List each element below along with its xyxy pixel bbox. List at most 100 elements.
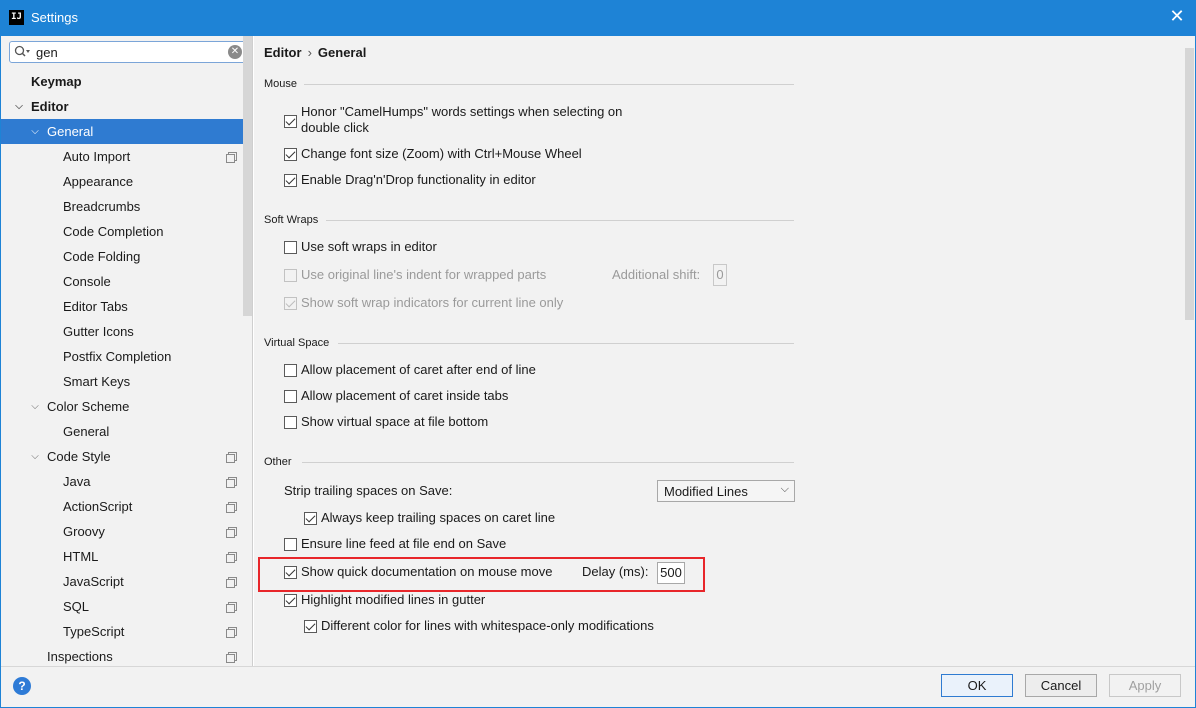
breadcrumb-separator: › <box>307 45 312 60</box>
original-indent-label: Use original line's indent for wrapped p… <box>301 267 547 282</box>
chevron-down-icon[interactable]: ⌵ <box>29 394 41 419</box>
project-scope-icon <box>226 577 237 588</box>
sidebar-item-groovy[interactable]: Groovy <box>1 519 252 544</box>
apply-button[interactable]: Apply <box>1109 674 1181 697</box>
strip-trailing-dropdown[interactable]: Modified Lines ⌵ <box>657 480 795 502</box>
sidebar-item-label: HTML <box>63 549 99 564</box>
clear-search-icon[interactable]: ✕ <box>228 45 242 59</box>
sidebar-item-label: Postfix Completion <box>63 349 172 364</box>
search-input[interactable]: gen ✕ <box>9 41 246 63</box>
right-scrollbar[interactable] <box>1185 48 1194 320</box>
project-scope-icon <box>226 552 237 563</box>
sidebar-item-java[interactable]: Java <box>1 469 252 494</box>
different-color-checkbox[interactable] <box>304 620 317 633</box>
cancel-button[interactable]: Cancel <box>1025 674 1097 697</box>
sidebar-item-actionscript[interactable]: ActionScript <box>1 494 252 519</box>
sidebar-item-label: Console <box>63 274 111 289</box>
chevron-down-icon[interactable]: ⌵ <box>13 94 25 119</box>
keep-trailing-checkbox[interactable] <box>304 512 317 525</box>
line-feed-checkbox[interactable] <box>284 538 297 551</box>
sidebar-item-inspections[interactable]: Inspections <box>1 644 252 666</box>
sidebar-item-general[interactable]: General <box>1 419 252 444</box>
sidebar-item-appearance[interactable]: Appearance <box>1 169 252 194</box>
caret-after-eol-checkbox[interactable] <box>284 364 297 377</box>
sidebar-item-label: Gutter Icons <box>63 324 134 339</box>
highlight-modified-checkbox[interactable] <box>284 594 297 607</box>
sidebar-item-javascript[interactable]: JavaScript <box>1 569 252 594</box>
sidebar-item-label: SQL <box>63 599 90 614</box>
sidebar-item-label: Color Scheme <box>47 399 130 414</box>
sidebar-item-smart-keys[interactable]: Smart Keys <box>1 369 252 394</box>
breadcrumb-current: General <box>317 45 367 60</box>
use-soft-wraps-checkbox[interactable] <box>284 241 297 254</box>
show-indicators-label: Show soft wrap indicators for current li… <box>301 295 564 310</box>
camelhumps-label-line2: double click <box>301 120 369 135</box>
section-title-soft-wraps: Soft Wraps <box>264 214 319 226</box>
highlight-modified-label: Highlight modified lines in gutter <box>301 592 486 607</box>
sidebar-item-postfix-completion[interactable]: Postfix Completion <box>1 344 252 369</box>
sidebar-item-keymap[interactable]: Keymap <box>1 69 252 94</box>
sidebar-item-label: Editor Tabs <box>63 299 128 314</box>
intellij-app-icon: IJ <box>9 10 24 25</box>
sidebar-item-editor[interactable]: ⌵ Editor <box>1 94 252 119</box>
sidebar-item-label: TypeScript <box>63 624 125 639</box>
project-scope-icon <box>226 502 237 513</box>
caret-after-eol-label: Allow placement of caret after end of li… <box>301 362 536 377</box>
sidebar-item-label: Keymap <box>31 74 82 89</box>
sidebar-item-color-scheme[interactable]: ⌵ Color Scheme <box>1 394 252 419</box>
delay-input[interactable]: 500 <box>657 562 685 584</box>
section-title-other: Other <box>264 456 292 468</box>
sidebar-item-label: Breadcrumbs <box>63 199 141 214</box>
caret-inside-tabs-checkbox[interactable] <box>284 390 297 403</box>
sidebar-item-label: Code Folding <box>63 249 141 264</box>
virtual-space-bottom-checkbox[interactable] <box>284 416 297 429</box>
project-scope-icon <box>226 452 237 463</box>
quick-doc-checkbox[interactable] <box>284 566 297 579</box>
breadcrumb-parent[interactable]: Editor <box>264 45 302 60</box>
sidebar-item-html[interactable]: HTML <box>1 544 252 569</box>
window-title: Settings <box>31 10 78 25</box>
delay-label: Delay (ms): <box>582 564 649 579</box>
chevron-down-icon[interactable]: ⌵ <box>29 119 41 144</box>
sidebar-item-code-completion[interactable]: Code Completion <box>1 219 252 244</box>
project-scope-icon <box>226 477 237 488</box>
additional-shift-input[interactable]: 0 <box>713 264 727 286</box>
section-divider <box>326 220 794 221</box>
section-divider <box>302 462 794 463</box>
sidebar-item-gutter-icons[interactable]: Gutter Icons <box>1 319 252 344</box>
ok-button[interactable]: OK <box>941 674 1013 697</box>
different-color-label: Different color for lines with whitespac… <box>321 618 654 633</box>
help-icon[interactable]: ? <box>13 677 31 695</box>
sidebar-item-code-folding[interactable]: Code Folding <box>1 244 252 269</box>
camelhumps-checkbox[interactable] <box>284 115 297 128</box>
dialog-footer: ? OK Cancel Apply <box>0 666 1196 708</box>
section-title-virtual-space: Virtual Space <box>264 337 330 349</box>
close-icon[interactable]: ✕ <box>1168 8 1186 26</box>
sidebar-item-editor-tabs[interactable]: Editor Tabs <box>1 294 252 319</box>
search-icon[interactable] <box>14 45 30 59</box>
sidebar-item-general[interactable]: ⌵ General <box>1 119 252 144</box>
settings-content-panel: Editor › General Mouse Honor "CamelHumps" … <box>254 36 1196 666</box>
sidebar-item-sql[interactable]: SQL <box>1 594 252 619</box>
use-soft-wraps-label: Use soft wraps in editor <box>301 239 437 254</box>
drag-drop-label: Enable Drag'n'Drop functionality in edit… <box>301 172 536 187</box>
strip-trailing-label: Strip trailing spaces on Save: <box>284 483 453 498</box>
title-bar: IJ Settings ✕ <box>0 0 1196 36</box>
chevron-down-icon: ⌵ <box>780 483 789 495</box>
section-divider <box>338 343 794 344</box>
sidebar-item-typescript[interactable]: TypeScript <box>1 619 252 644</box>
sidebar-item-breadcrumbs[interactable]: Breadcrumbs <box>1 194 252 219</box>
show-indicators-checkbox[interactable] <box>284 297 297 310</box>
original-indent-checkbox[interactable] <box>284 269 297 282</box>
font-zoom-checkbox[interactable] <box>284 148 297 161</box>
sidebar-item-code-style[interactable]: ⌵ Code Style <box>1 444 252 469</box>
project-scope-icon <box>226 627 237 638</box>
section-divider <box>304 84 794 85</box>
left-scrollbar[interactable] <box>243 36 252 316</box>
chevron-down-icon[interactable]: ⌵ <box>29 444 41 469</box>
sidebar-item-console[interactable]: Console <box>1 269 252 294</box>
sidebar-item-auto-import[interactable]: Auto Import <box>1 144 252 169</box>
line-feed-label: Ensure line feed at file end on Save <box>301 536 507 551</box>
sidebar-item-label: Java <box>63 474 91 489</box>
drag-drop-checkbox[interactable] <box>284 174 297 187</box>
